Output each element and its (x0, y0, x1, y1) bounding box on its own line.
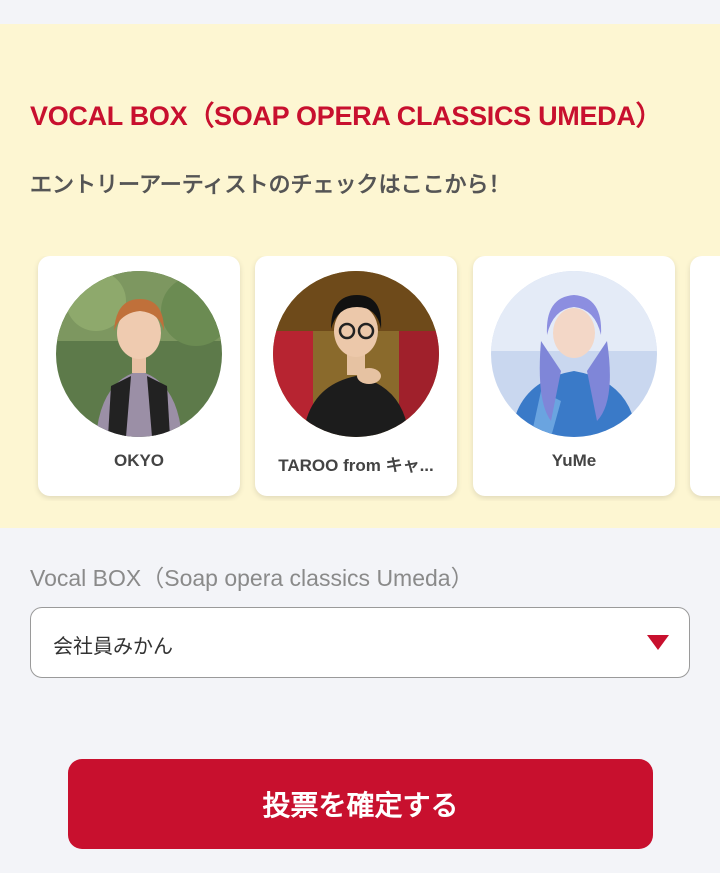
artist-select[interactable]: 会社員みかん (30, 607, 690, 678)
panel-subtitle: エントリーアーティストのチェックはここから！ (30, 173, 511, 198)
artist-photo (491, 271, 657, 437)
top-strip (0, 0, 720, 24)
entry-artist-panel: VOCAL BOX（SOAP OPERA CLASSICS UMEDA） エント… (0, 24, 720, 528)
caret-down-icon (647, 635, 669, 650)
artist-card-taroo[interactable]: TAROO from キャ... (255, 256, 457, 496)
artist-select-value: 会社員みかん (53, 634, 173, 658)
artist-name: TAROO from キャ... (278, 456, 434, 475)
artist-photo (273, 271, 439, 437)
artist-carousel[interactable]: OKYO TAROO from キャ... YuMe (0, 256, 720, 501)
vote-select-label: Vocal BOX（Soap opera classics Umeda） (30, 565, 474, 591)
artist-name: YuMe (551, 451, 597, 470)
artist-card-yume[interactable]: YuMe (473, 256, 675, 496)
artist-card-okyo[interactable]: OKYO (38, 256, 240, 496)
confirm-vote-button[interactable]: 投票を確定する (68, 759, 653, 849)
artist-photo (56, 271, 222, 437)
panel-title: VOCAL BOX（SOAP OPERA CLASSICS UMEDA） (30, 101, 663, 131)
artist-name: OKYO (113, 451, 165, 470)
artist-card-partial[interactable] (690, 256, 720, 496)
